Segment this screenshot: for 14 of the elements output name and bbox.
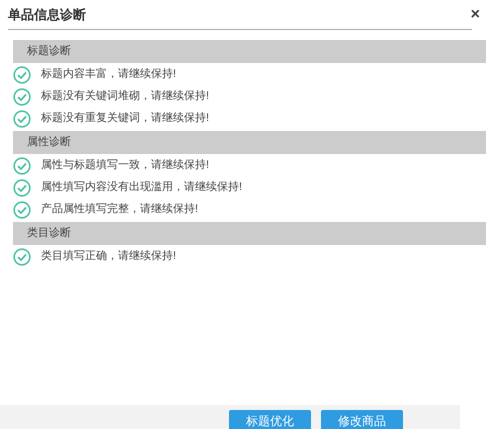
section-header: 类目诊断 bbox=[13, 222, 486, 244]
diagnosis-message: 标题内容丰富，请继续保持! bbox=[41, 66, 176, 82]
action-button[interactable]: 修改商品 bbox=[321, 410, 403, 429]
diagnosis-message: 类目填写正确，请继续保持! bbox=[41, 249, 176, 264]
diagnosis-message: 属性填写内容没有出现滥用，请继续保持! bbox=[41, 180, 242, 196]
window-title: 单品信息诊断 bbox=[8, 6, 86, 24]
section-header: 属性诊断 bbox=[13, 130, 486, 154]
diagnosis-message: 标题没有重复关键词，请继续保持! bbox=[41, 110, 210, 126]
diagnosis-message: 标题没有关键词堆砌，请继续保持! bbox=[41, 88, 210, 104]
diagnosis-message: 产品属性填写完整，请继续保持! bbox=[41, 202, 198, 218]
diagnosis-message: 属性与标题填写一致，请继续保持! bbox=[41, 158, 210, 174]
section-header: 标题诊断 bbox=[13, 40, 486, 62]
action-button[interactable]: 标题优化 bbox=[229, 410, 311, 429]
close-button[interactable]: × bbox=[470, 6, 480, 23]
